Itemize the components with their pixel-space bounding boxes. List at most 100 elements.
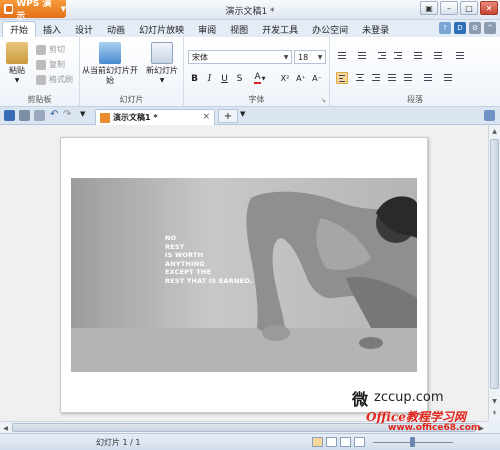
tab-developer[interactable]: 开发工具 [255, 21, 305, 37]
settings-icon[interactable]: ⚙ [469, 22, 481, 34]
tab-list-icon[interactable]: ▼ [240, 110, 251, 121]
play-from-current-label: 从当前幻灯片开始 [82, 66, 138, 85]
underline-button[interactable]: U [218, 72, 231, 85]
chevron-down-icon: ▼ [261, 75, 266, 82]
paragraph-group-label: 段落 [407, 95, 423, 104]
undo-icon[interactable]: ↶ [50, 110, 61, 121]
document-tab[interactable]: 演示文稿1 * × [95, 109, 215, 125]
align-right-icon[interactable] [370, 72, 382, 84]
shrink-font-button[interactable]: A⁻ [310, 72, 324, 85]
font-name-value: 宋体 [192, 52, 208, 62]
tab-insert[interactable]: 插入 [36, 21, 68, 37]
tab-office-space[interactable]: 办公空间 [305, 21, 355, 37]
strikethrough-button[interactable]: S [233, 72, 246, 85]
quote-line: NO [165, 234, 177, 242]
font-name-select[interactable]: 宋体 ▼ [188, 50, 292, 64]
help-icon[interactable]: ? [439, 22, 451, 34]
convert-smartart-icon[interactable] [442, 72, 454, 84]
paste-button[interactable]: 粘贴 ▼ [4, 42, 30, 86]
close-tab-icon[interactable]: × [202, 112, 210, 122]
text-box-align-icon[interactable] [422, 72, 434, 84]
bold-button[interactable]: B [188, 72, 201, 85]
decrease-indent-icon[interactable] [376, 50, 388, 62]
zoom-slider-thumb[interactable] [410, 437, 415, 447]
save-icon[interactable] [4, 110, 15, 121]
tab-home[interactable]: 开始 [2, 21, 37, 37]
slide-quote: NO REST IS WORTH ANYTHING EXCEPT THE RES… [165, 234, 253, 285]
doc-icon[interactable]: D [454, 22, 466, 34]
text-direction-icon[interactable] [454, 50, 466, 62]
tab-animation[interactable]: 动画 [100, 21, 132, 37]
tab-slideshow[interactable]: 幻灯片放映 [132, 21, 191, 37]
vertical-scrollbar[interactable]: ▲ ▼ ⇞ [488, 125, 500, 421]
font-size-select[interactable]: 18 ▼ [294, 50, 326, 64]
tab-design[interactable]: 设计 [68, 21, 100, 37]
justify-icon[interactable] [386, 72, 398, 84]
scroll-up-icon[interactable]: ▲ [489, 125, 500, 137]
login-status[interactable]: 未登录 [355, 21, 396, 37]
play-from-current-button[interactable]: 从当前幻灯片开始 [82, 42, 138, 86]
font-group: 宋体 ▼ 18 ▼ B I U S A ▼ X² A⁺ A⁻ 字体 ↘ [184, 37, 330, 107]
minimize-button[interactable]: – [440, 1, 458, 15]
cut-label: 剪切 [49, 45, 65, 54]
presentation-file-icon [100, 112, 110, 123]
quote-line: IS WORTH [165, 251, 204, 259]
normal-view-icon[interactable] [312, 437, 323, 447]
italic-button[interactable]: I [203, 72, 216, 85]
cut-button[interactable]: 剪切 [36, 44, 65, 55]
grow-font-button[interactable]: A⁺ [294, 72, 308, 85]
redo-icon[interactable]: ↷ [63, 110, 74, 121]
copy-button[interactable]: 复制 [36, 59, 65, 70]
document-tab-title: 演示文稿1 * [113, 113, 158, 122]
title-bar: WPS 演示 ▼ 演示文稿1 * ▣ – □ ✕ [0, 0, 500, 22]
vertical-scroll-thumb[interactable] [490, 139, 499, 389]
slide-photo[interactable]: NO REST IS WORTH ANYTHING EXCEPT THE RES… [71, 178, 417, 372]
quote-line: ANYTHING [165, 259, 205, 268]
font-dialog-launcher-icon[interactable]: ↘ [321, 97, 326, 104]
paste-label: 粘贴 [9, 66, 25, 75]
watermark-site-url: www.office68.com [388, 423, 481, 433]
slide-canvas[interactable]: NO REST IS WORTH ANYTHING EXCEPT THE RES… [60, 137, 428, 413]
align-left-icon[interactable] [336, 72, 348, 84]
format-painter-button[interactable]: 格式刷 [36, 74, 73, 85]
maximize-button[interactable]: □ [460, 1, 478, 15]
distribute-icon[interactable] [402, 72, 414, 84]
chevron-down-icon: ▼ [14, 77, 20, 84]
increase-indent-icon[interactable] [392, 50, 404, 62]
format-painter-label: 格式刷 [49, 75, 73, 84]
slide-indicator: 幻灯片 1 / 1 [96, 438, 141, 447]
quote-line: REST [165, 242, 185, 251]
superscript-button[interactable]: X² [278, 72, 292, 85]
collapse-ribbon-icon[interactable]: ^ [484, 22, 496, 34]
slideshow-view-icon[interactable] [354, 437, 365, 447]
reading-view-icon[interactable] [340, 437, 351, 447]
ribbon: 粘贴 ▼ 剪切 复制 格式刷 剪贴板 从当前幻灯片开始 新幻灯片 ▼ 幻灯片 宋… [0, 37, 500, 107]
clipboard-icon [6, 42, 28, 64]
tab-view[interactable]: 视图 [223, 21, 255, 37]
customize-toolbar-icon[interactable]: ▼ [80, 110, 91, 121]
slide-edit-area[interactable]: NO REST IS WORTH ANYTHING EXCEPT THE RES… [0, 125, 488, 421]
bullet-list-icon[interactable] [336, 50, 348, 62]
watermark-site-primary: zccup.com [374, 390, 444, 405]
chevron-down-icon: ▼ [317, 53, 323, 61]
new-slide-button[interactable]: 新幻灯片 ▼ [142, 42, 182, 86]
numbered-list-icon[interactable] [356, 50, 368, 62]
new-tab-button[interactable]: + [218, 109, 238, 123]
quote-line: REST THAT IS EARNED. [165, 276, 253, 285]
print-preview-icon[interactable] [34, 110, 45, 121]
font-color-button[interactable]: A ▼ [250, 72, 270, 85]
align-center-icon[interactable] [354, 72, 366, 84]
font-group-label: 字体 [248, 95, 265, 104]
skin-button[interactable]: ▣ [420, 1, 438, 15]
slides-group: 从当前幻灯片开始 新幻灯片 ▼ 幻灯片 [80, 37, 184, 107]
watermark: 微 zccup.com Office教程学习网 www.office68.com [352, 386, 500, 436]
task-pane-icon[interactable] [484, 110, 495, 121]
quote-line: EXCEPT THE [165, 268, 212, 276]
tab-review[interactable]: 审阅 [191, 21, 223, 37]
font-color-icon: A [254, 72, 261, 84]
slide-sorter-icon[interactable] [326, 437, 337, 447]
close-button[interactable]: ✕ [480, 1, 498, 15]
line-spacing-icon[interactable] [412, 50, 424, 62]
columns-icon[interactable] [432, 50, 444, 62]
print-icon[interactable] [19, 110, 30, 121]
